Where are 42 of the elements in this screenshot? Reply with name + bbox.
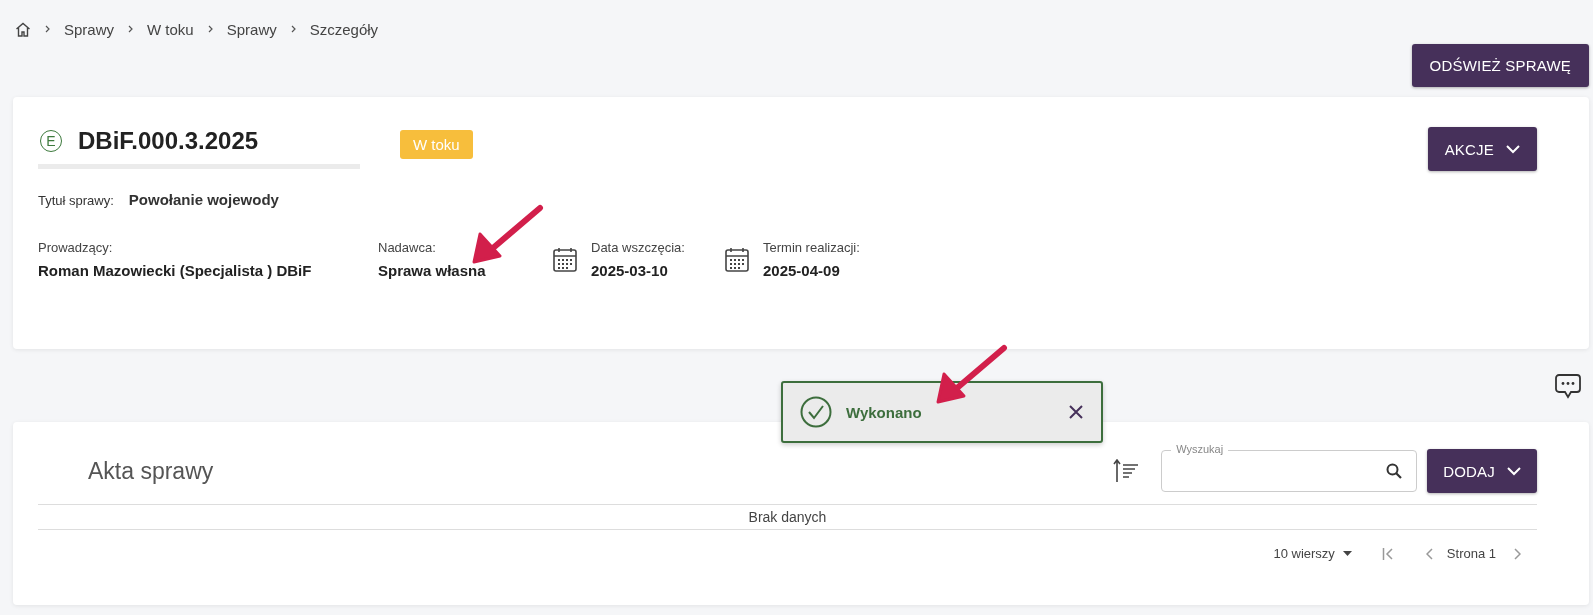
close-icon[interactable]: [1069, 405, 1083, 419]
field-value: Roman Mazowiecki (Specjalista ) DBiF: [38, 262, 312, 279]
field-value: Sprawa własna: [378, 262, 486, 279]
field-value: 2025-03-10: [591, 262, 669, 279]
calendar-icon: [553, 247, 577, 272]
section-title: Akta sprawy: [88, 457, 214, 485]
home-icon[interactable]: [15, 21, 31, 37]
chevron-down-icon: [1507, 466, 1521, 476]
add-button[interactable]: DODAJ: [1427, 449, 1537, 493]
breadcrumb-link[interactable]: W toku: [147, 20, 194, 38]
empty-message: Brak danych: [748, 509, 827, 525]
checkmark-icon: [800, 396, 832, 428]
field-label: Prowadzący:: [38, 240, 114, 255]
first-page-icon[interactable]: [1381, 547, 1394, 560]
next-page-icon[interactable]: [1514, 547, 1521, 560]
chevron-right-icon: [207, 25, 213, 33]
dropdown-caret-icon[interactable]: [1342, 551, 1352, 556]
field-value: Powołanie wojewody: [128, 191, 279, 208]
field-label: Nadawca:: [378, 240, 437, 255]
field-value: 2025-04-09: [763, 262, 841, 279]
chat-icon[interactable]: [1555, 372, 1581, 399]
breadcrumb-link[interactable]: Sprawy: [226, 20, 277, 38]
previous-page-icon[interactable]: [1425, 547, 1433, 560]
field-label: Tytuł sprawy:: [38, 193, 114, 208]
chevron-right-icon: [45, 25, 50, 33]
breadcrumb-link[interactable]: Sprawy: [64, 20, 115, 38]
actions-button[interactable]: AKCJE: [1427, 127, 1537, 171]
refresh-button[interactable]: ODŚWIEŻ SPRAWĘ: [1411, 44, 1589, 87]
field-label: Data wszczęcia:: [591, 240, 685, 255]
chevron-right-icon: [290, 25, 296, 33]
status-badge: W toku: [400, 130, 473, 159]
chevron-right-icon: [128, 25, 134, 33]
case-number: DBiF.000.3.2025: [78, 127, 259, 155]
field-label: Termin realizacji:: [763, 240, 860, 255]
breadcrumb-link[interactable]: Szczegóły: [309, 20, 379, 38]
chevron-down-icon: [1506, 144, 1520, 154]
toast-message: Wykonano: [846, 403, 922, 421]
calendar-icon: [725, 247, 749, 272]
page-indicator: Strona 1: [1446, 546, 1496, 561]
sort-icon[interactable]: [1113, 459, 1140, 483]
search-icon[interactable]: [1386, 463, 1403, 479]
rows-per-page[interactable]: 10 wierszy: [1273, 546, 1335, 561]
